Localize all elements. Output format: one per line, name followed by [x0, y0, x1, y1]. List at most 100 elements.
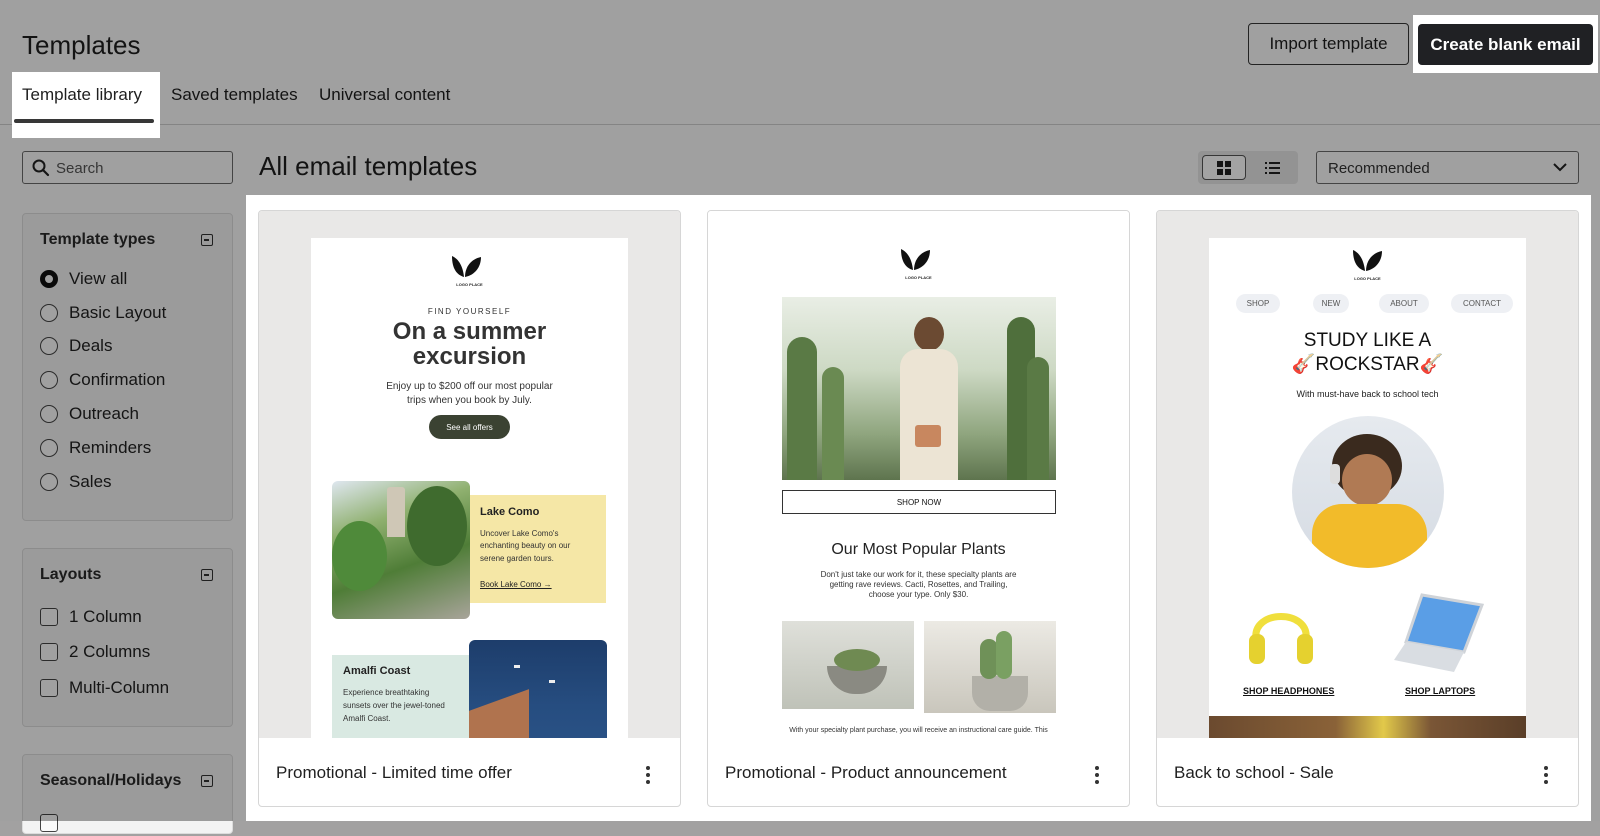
- option-label: Deals: [69, 336, 113, 355]
- amalfi-title: Amalfi Coast: [343, 665, 411, 677]
- seasonal-option[interactable]: [40, 810, 69, 836]
- shop-laptops-link: SHOP LAPTOPS: [1405, 686, 1476, 696]
- filter-option-reminders[interactable]: Reminders: [40, 435, 151, 461]
- preview-footer: With your specialty plant purchase, you …: [789, 727, 1048, 734]
- more-options-icon[interactable]: [1095, 766, 1099, 787]
- template-name: Back to school - Sale: [1174, 763, 1334, 782]
- email-preview: LOGO PLACE FIND YOURSELF On a summer exc…: [311, 238, 628, 738]
- grid-icon: [1217, 160, 1231, 175]
- filter-option-confirmation[interactable]: Confirmation: [40, 367, 165, 393]
- template-types-heading: Template types: [40, 231, 156, 248]
- amalfi-text-2: sunsets over the jewel-toned: [343, 701, 445, 710]
- headline-line-2: 🎸ROCKSTAR🎸: [1291, 354, 1444, 375]
- filter-option-view-all[interactable]: View all: [40, 266, 127, 292]
- headline-line-2: excursion: [412, 343, 527, 370]
- layout-option-2-columns[interactable]: 2 Columns: [40, 639, 150, 665]
- layouts-heading: Layouts: [40, 566, 102, 583]
- shop-now-button: SHOP NOW: [782, 490, 1056, 514]
- tab-saved-templates[interactable]: Saved templates: [171, 85, 298, 105]
- layout-option-multi-column[interactable]: Multi-Column: [40, 675, 169, 701]
- lake-como-text-2: enchanting beauty on our: [480, 541, 571, 550]
- radio-icon[interactable]: [40, 371, 58, 389]
- chevron-down-icon: [1553, 163, 1567, 172]
- headphones-icon: [1249, 613, 1313, 664]
- bottom-image: [1209, 716, 1526, 738]
- collapse-template-types-icon[interactable]: [201, 234, 213, 246]
- headline-line-1: On a summer: [392, 318, 547, 345]
- filter-option-deals[interactable]: Deals: [40, 333, 112, 359]
- radio-icon[interactable]: [40, 473, 58, 491]
- lake-como-image: [332, 481, 470, 619]
- amalfi-text-3: Amalfi Coast.: [343, 714, 391, 723]
- filter-option-sales[interactable]: Sales: [40, 469, 112, 495]
- template-card-product-announcement[interactable]: LOGO PLACE SHOP NOW Our Most Popular Pla…: [707, 210, 1130, 807]
- radio-icon[interactable]: [40, 337, 58, 355]
- tabs-divider: [0, 124, 1600, 125]
- more-options-icon[interactable]: [646, 766, 650, 787]
- create-blank-email-highlight: Create blank email: [1413, 15, 1598, 73]
- lake-como-title: Lake Como: [480, 506, 540, 518]
- option-label: Multi-Column: [69, 678, 170, 697]
- email-preview: LOGO PLACE SHOP NEW ABOUT CONTACT STUDY …: [1209, 238, 1526, 738]
- nav-pill-shop: SHOP: [1236, 294, 1280, 313]
- search-field[interactable]: [22, 151, 233, 184]
- logo-text: LOGO PLACE: [456, 282, 483, 287]
- option-label: Sales: [69, 472, 112, 491]
- body-line-2: trips when you book by July.: [407, 395, 532, 406]
- active-tab-indicator: [14, 119, 154, 123]
- nav-pill-new: NEW: [1313, 294, 1349, 313]
- tab-template-library[interactable]: Template library: [22, 85, 142, 105]
- option-label: 1 Column: [69, 607, 142, 626]
- nav-pill-contact: CONTACT: [1451, 294, 1513, 313]
- more-options-icon[interactable]: [1544, 766, 1548, 787]
- create-blank-email-button[interactable]: Create blank email: [1418, 24, 1593, 65]
- logo-text: LOGO PLACE: [905, 275, 932, 280]
- layout-option-1-column[interactable]: 1 Column: [40, 604, 142, 630]
- option-label: Basic Layout: [69, 303, 167, 322]
- checkbox-icon[interactable]: [40, 814, 58, 832]
- filter-option-basic-layout[interactable]: Basic Layout: [40, 300, 166, 326]
- preview-body-1: Don't just take our work for it, these s…: [820, 570, 1017, 579]
- search-icon: [32, 159, 50, 177]
- plant-image-2: [924, 621, 1056, 713]
- import-template-button[interactable]: Import template: [1248, 23, 1409, 65]
- laptop-icon: [1394, 593, 1484, 672]
- student-image: [1292, 416, 1444, 568]
- radio-icon[interactable]: [40, 405, 58, 423]
- grid-view-button[interactable]: [1202, 155, 1246, 180]
- tab-template-library-highlight: Template library: [12, 72, 160, 138]
- option-label: Reminders: [69, 438, 152, 457]
- sort-dropdown[interactable]: Recommended: [1316, 151, 1579, 184]
- seasonal-filter: Seasonal/Holidays: [22, 754, 233, 834]
- template-card-limited-time-offer[interactable]: LOGO PLACE FIND YOURSELF On a summer exc…: [258, 210, 681, 807]
- amalfi-image: [469, 640, 607, 738]
- template-card-back-to-school[interactable]: LOGO PLACE SHOP NEW ABOUT CONTACT STUDY …: [1156, 210, 1579, 807]
- layouts-filter: Layouts 1 Column 2 Columns Multi-Column: [22, 548, 233, 727]
- filter-option-outreach[interactable]: Outreach: [40, 401, 139, 427]
- collapse-layouts-icon[interactable]: [201, 569, 213, 581]
- search-input[interactable]: [56, 157, 221, 179]
- preview-headline: Our Most Popular Plants: [831, 541, 1006, 558]
- checkbox-icon[interactable]: [40, 608, 58, 626]
- template-preview[interactable]: LOGO PLACE FIND YOURSELF On a summer exc…: [259, 211, 680, 738]
- amalfi-text-1: Experience breathtaking: [343, 688, 430, 697]
- checkbox-icon[interactable]: [40, 679, 58, 697]
- seasonal-heading: Seasonal/Holidays: [40, 772, 182, 789]
- radio-selected-icon[interactable]: [40, 270, 58, 288]
- template-preview[interactable]: LOGO PLACE SHOP NOW Our Most Popular Pla…: [708, 211, 1129, 738]
- tab-universal-content[interactable]: Universal content: [319, 85, 450, 105]
- subheadline: With must-have back to school tech: [1296, 389, 1439, 399]
- nav-pill-about: ABOUT: [1379, 294, 1429, 313]
- list-view-button[interactable]: [1250, 155, 1294, 180]
- logo-icon: [1353, 250, 1382, 271]
- body-line-1: Enjoy up to $200 off our most popular: [386, 381, 553, 392]
- checkbox-icon[interactable]: [40, 643, 58, 661]
- radio-icon[interactable]: [40, 304, 58, 322]
- view-toggle: [1198, 151, 1298, 184]
- preview-body-2: getting rave reviews. Cacti, Rosettes, a…: [829, 580, 1008, 589]
- plant-image-1: [782, 621, 914, 709]
- lake-como-text-3: serene garden tours.: [480, 554, 554, 563]
- radio-icon[interactable]: [40, 439, 58, 457]
- collapse-seasonal-icon[interactable]: [201, 775, 213, 787]
- template-preview[interactable]: LOGO PLACE SHOP NEW ABOUT CONTACT STUDY …: [1157, 211, 1578, 738]
